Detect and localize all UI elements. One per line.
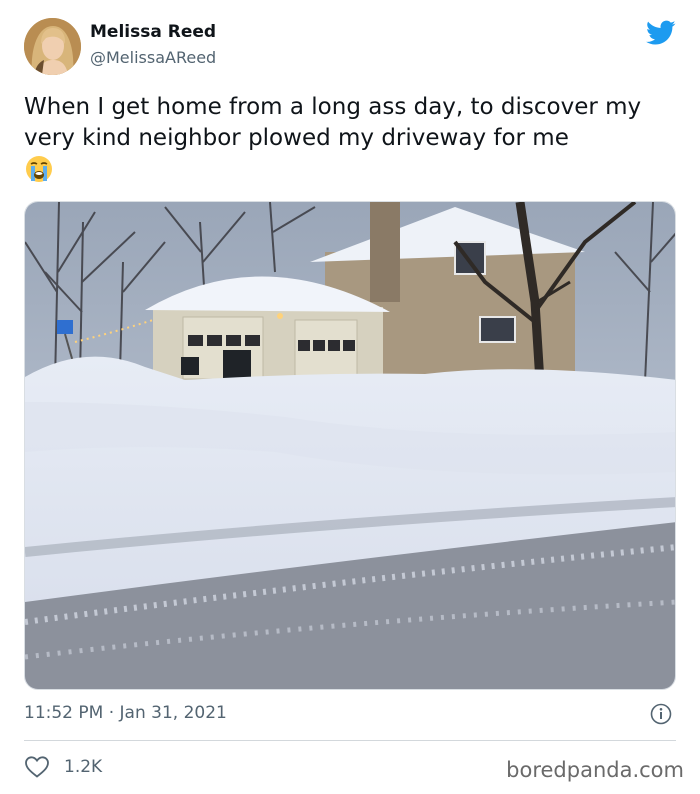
divider (24, 740, 676, 741)
author-handle[interactable]: @MelissaAReed (90, 48, 216, 67)
author-name[interactable]: Melissa Reed (90, 22, 216, 42)
tweet-body: When I get home from a long ass day, to … (24, 94, 642, 151)
heart-icon (24, 755, 50, 779)
twitter-bird-icon[interactable] (646, 20, 676, 46)
tweet-header: Melissa Reed @MelissaAReed (24, 18, 676, 78)
tweet-text: When I get home from a long ass day, to … (24, 92, 679, 187)
loudly-crying-face-icon (24, 154, 54, 184)
like-count: 1.2K (64, 757, 103, 777)
tweet-date: Jan 31, 2021 (119, 703, 227, 723)
tweet-timestamp[interactable]: 11:52 PM · Jan 31, 2021 (24, 703, 227, 723)
watermark: boredpanda.com (506, 758, 684, 782)
info-icon[interactable] (650, 703, 672, 725)
tweet-photo[interactable] (24, 201, 676, 690)
avatar[interactable] (24, 18, 81, 75)
tweet-time: 11:52 PM (24, 703, 104, 723)
timestamp-separator: · (108, 703, 115, 723)
like-button[interactable]: 1.2K (24, 754, 102, 780)
